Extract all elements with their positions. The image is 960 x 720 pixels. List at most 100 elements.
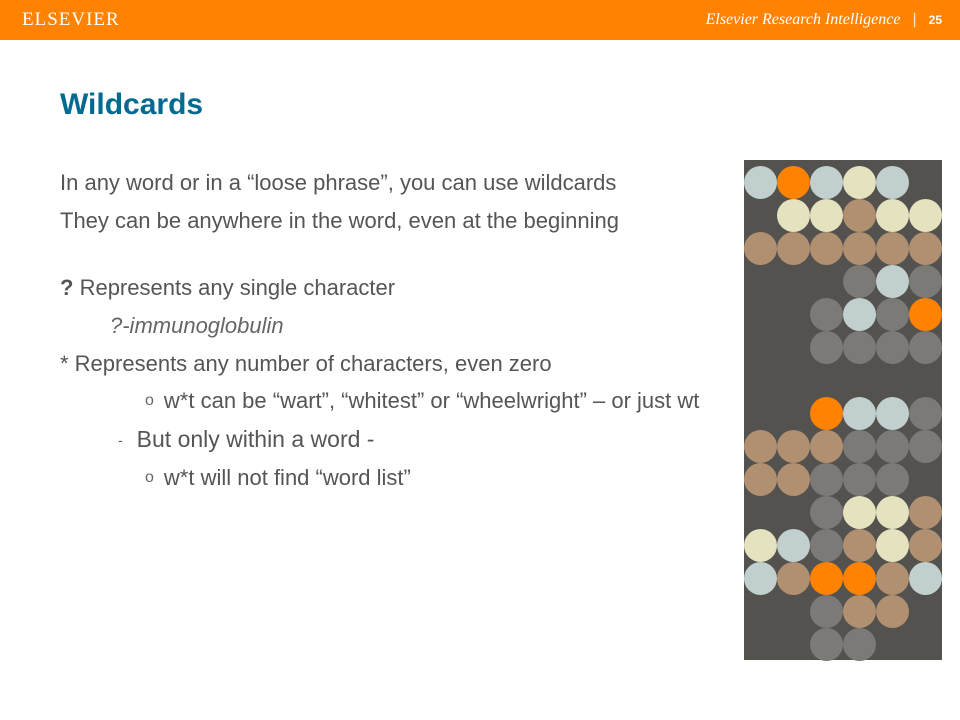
dot-none <box>909 595 942 628</box>
elsevier-logo: ELSEVIER <box>22 9 120 31</box>
dot-tan <box>744 430 777 463</box>
paragraph-2: They can be anywhere in the word, even a… <box>60 206 700 236</box>
dot-row <box>744 265 942 298</box>
dot-cream <box>843 496 876 529</box>
dot-cream <box>810 199 843 232</box>
dot-gray <box>810 628 843 661</box>
dot-none <box>777 265 810 298</box>
dot-gray <box>909 430 942 463</box>
question-mark-bold: ? <box>60 275 73 300</box>
dot-none <box>909 628 942 661</box>
page-number: 25 <box>929 13 942 27</box>
dot-tan <box>843 232 876 265</box>
dot-orange <box>810 397 843 430</box>
dot-cream <box>909 199 942 232</box>
bullet-circle-icon-2: o <box>145 463 154 493</box>
dot-none <box>744 298 777 331</box>
dot-lightblue <box>876 397 909 430</box>
dot-none <box>843 364 876 397</box>
dot-none <box>777 331 810 364</box>
dot-row <box>744 232 942 265</box>
paragraph-3: ? Represents any single character <box>60 273 700 303</box>
dot-orange <box>843 562 876 595</box>
dot-tan <box>843 199 876 232</box>
dot-none <box>744 595 777 628</box>
example-1: ?-immunoglobulin <box>60 311 700 341</box>
decorative-dots-graphic <box>744 160 942 660</box>
dot-row <box>744 364 942 397</box>
dot-none <box>744 628 777 661</box>
header-subtitle: Elsevier Research Intelligence <box>706 11 901 29</box>
dot-cream <box>777 199 810 232</box>
dot-tan <box>810 232 843 265</box>
dot-lightblue <box>810 166 843 199</box>
subbullet-2: - But only within a word - <box>60 424 700 455</box>
subbullet-3: o w*t will not find “word list” <box>60 463 700 493</box>
dot-none <box>777 628 810 661</box>
dot-gray <box>810 529 843 562</box>
dot-lightblue <box>744 562 777 595</box>
dot-gray <box>843 265 876 298</box>
dot-tan <box>843 595 876 628</box>
dot-lightblue <box>744 166 777 199</box>
subbullet-1-text: w*t can be “wart”, “whitest” or “wheelwr… <box>164 386 700 416</box>
dot-cream <box>876 496 909 529</box>
bullet-circle-icon: o <box>145 386 154 416</box>
dot-tan <box>909 232 942 265</box>
dot-none <box>810 265 843 298</box>
dot-tan <box>843 529 876 562</box>
dot-row <box>744 463 942 496</box>
dot-lightblue <box>876 265 909 298</box>
dot-none <box>909 364 942 397</box>
subbullet-2-text: But only within a word - <box>137 424 375 455</box>
dot-tan <box>777 232 810 265</box>
dot-tan <box>777 430 810 463</box>
dot-gray <box>876 298 909 331</box>
dot-none <box>744 265 777 298</box>
dot-row <box>744 199 942 232</box>
dot-cream <box>744 529 777 562</box>
dot-gray <box>876 463 909 496</box>
dot-row <box>744 595 942 628</box>
dot-none <box>777 364 810 397</box>
dot-gray <box>876 430 909 463</box>
dot-gray <box>843 331 876 364</box>
dot-none <box>777 595 810 628</box>
dot-row <box>744 331 942 364</box>
dot-row <box>744 628 942 661</box>
dot-gray <box>810 331 843 364</box>
dot-none <box>744 364 777 397</box>
dot-gray <box>810 595 843 628</box>
dot-gray <box>876 331 909 364</box>
dot-tan <box>744 232 777 265</box>
dot-cream <box>843 166 876 199</box>
dot-gray <box>810 496 843 529</box>
dot-lightblue <box>909 562 942 595</box>
dot-none <box>909 463 942 496</box>
dot-none <box>744 397 777 430</box>
subbullet-3-text: w*t will not find “word list” <box>164 463 411 493</box>
dot-row <box>744 529 942 562</box>
subbullet-1: o w*t can be “wart”, “whitest” or “wheel… <box>60 386 700 416</box>
dot-gray <box>909 265 942 298</box>
dot-none <box>777 397 810 430</box>
dot-gray <box>810 463 843 496</box>
dot-orange <box>909 298 942 331</box>
dot-row <box>744 298 942 331</box>
dot-tan <box>744 463 777 496</box>
paragraph-1: In any word or in a “loose phrase”, you … <box>60 168 700 198</box>
dot-none <box>876 628 909 661</box>
dot-row <box>744 397 942 430</box>
dot-tan <box>810 430 843 463</box>
dot-none <box>876 364 909 397</box>
dot-row <box>744 562 942 595</box>
paragraph-3-rest: Represents any single character <box>73 275 395 300</box>
dot-none <box>777 496 810 529</box>
slide-title: Wildcards <box>60 88 700 122</box>
dot-lightblue <box>777 529 810 562</box>
dot-tan <box>909 529 942 562</box>
header-right: Elsevier Research Intelligence | 25 <box>706 11 942 29</box>
dot-tan <box>876 595 909 628</box>
main-text: Wildcards In any word or in a “loose phr… <box>60 88 700 501</box>
dot-gray <box>909 331 942 364</box>
